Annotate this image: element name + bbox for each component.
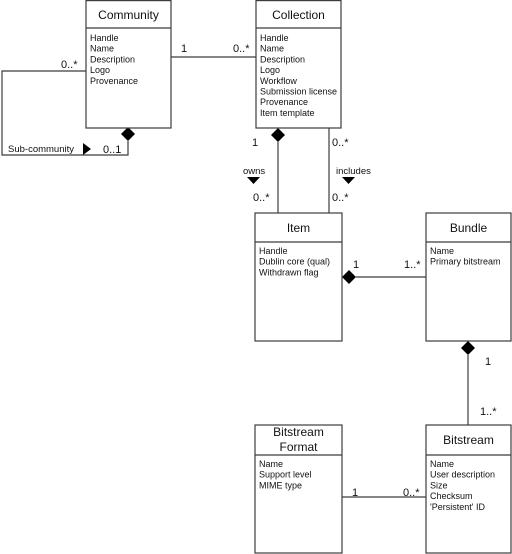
class-attribute: MIME type xyxy=(259,480,302,490)
class-attribute: Name xyxy=(430,459,454,469)
owns-diamond-icon xyxy=(271,128,285,142)
class-attribute: Item template xyxy=(260,108,315,118)
class-title: Collection xyxy=(272,8,325,22)
class-bitstream: Bitstream NameUser descriptionSizeChecks… xyxy=(425,424,512,554)
class-attribute: Dublin core (qual) xyxy=(259,257,330,267)
mult-label: 1..* xyxy=(480,406,497,418)
mult-label: 0..1 xyxy=(103,144,121,156)
uml-class-diagram: 1 0..* 0..* 0..1 Sub-community 1 owns 0.… xyxy=(1,0,512,554)
class-attribute: Support level xyxy=(259,470,312,480)
mult-label: 0..* xyxy=(61,59,78,71)
class-title: Bitstream xyxy=(443,433,494,447)
class-attribute: Description xyxy=(260,54,305,64)
class-attribute: Checksum xyxy=(430,491,473,501)
class-attribute: Primary bitstream xyxy=(430,257,501,267)
class-attribute: 'Persistent' ID xyxy=(430,502,485,512)
class-attribute: Name xyxy=(90,44,114,54)
class-bitstream-format: Bitstream Format NameSupport levelMIME t… xyxy=(254,424,343,554)
mult-label: 0..* xyxy=(332,192,349,204)
class-title: Community xyxy=(98,8,159,22)
class-title: Item xyxy=(287,221,310,235)
association-name: owns xyxy=(243,166,265,177)
class-attribute: Name xyxy=(430,246,454,256)
class-collection: Collection HandleNameDescriptionLogoWork… xyxy=(255,0,342,129)
multiplicity-labels: 1 0..* 0..* 0..1 Sub-community 1 owns 0.… xyxy=(8,43,497,499)
sub-community-direction-icon xyxy=(83,143,91,155)
class-attribute: Name xyxy=(259,459,283,469)
association-name: Sub-community xyxy=(8,144,74,155)
mult-label: 1 xyxy=(353,259,359,271)
class-title: Bitstream xyxy=(273,425,324,439)
mult-label: 0..* xyxy=(233,43,250,55)
class-item: Item HandleDublin core (qual)Withdrawn f… xyxy=(254,212,343,342)
class-attribute: Handle xyxy=(260,33,289,43)
mult-label: 1 xyxy=(485,356,491,368)
class-attribute: Submission license xyxy=(260,87,337,97)
class-attribute: Name xyxy=(260,44,284,54)
mult-label: 0..* xyxy=(253,192,270,204)
class-attribute: Logo xyxy=(260,65,280,75)
item-bundle-diamond-icon xyxy=(342,270,356,284)
class-title: Bundle xyxy=(450,221,488,235)
class-attribute: Logo xyxy=(90,65,110,75)
mult-label: 1 xyxy=(352,487,358,499)
sub-community-diamond-icon xyxy=(121,127,135,141)
class-community: Community HandleNameDescriptionLogoProve… xyxy=(85,0,172,129)
class-attribute: Provenance xyxy=(260,97,308,107)
class-attribute: Handle xyxy=(259,246,288,256)
mult-label: 0..* xyxy=(403,487,420,499)
association-name: includes xyxy=(336,166,371,177)
class-attribute: User description xyxy=(430,470,495,480)
class-attribute: Provenance xyxy=(90,76,138,86)
owns-direction-icon xyxy=(247,177,260,184)
connectors xyxy=(1,56,475,498)
mult-label: 1 xyxy=(252,137,258,149)
class-attribute: Handle xyxy=(90,33,119,43)
mult-label: 0..* xyxy=(332,137,349,149)
class-attribute: Withdrawn flag xyxy=(259,267,319,277)
class-attribute: Workflow xyxy=(260,76,297,86)
class-attribute: Description xyxy=(90,54,135,64)
class-bundle: Bundle NamePrimary bitstream xyxy=(425,212,512,342)
class-attribute: Size xyxy=(430,480,448,490)
bundle-bitstream-diamond-icon xyxy=(461,341,475,355)
class-title: Format xyxy=(279,440,318,454)
includes-direction-icon xyxy=(342,177,355,184)
mult-label: 1 xyxy=(181,43,187,55)
mult-label: 1..* xyxy=(404,259,421,271)
